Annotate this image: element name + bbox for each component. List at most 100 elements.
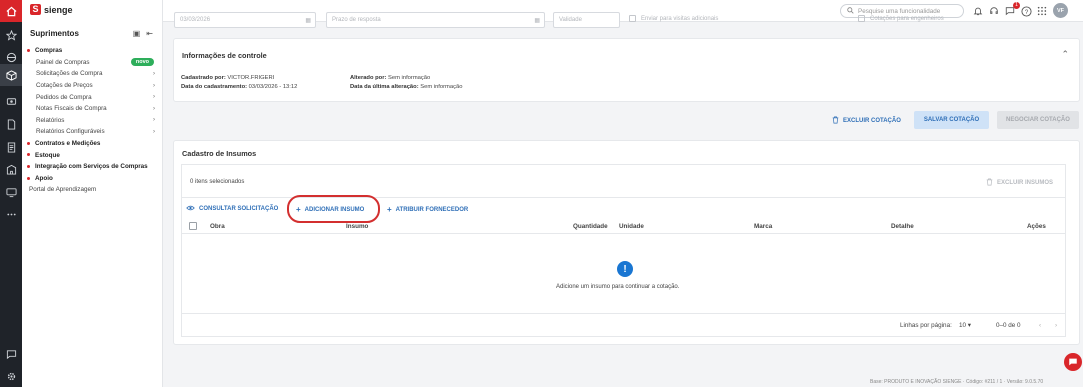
sidebar-item-label: Relatórios [36,116,65,124]
check2-label: Cotações para engenheiros [870,15,944,22]
sidebar-title: Suprimentos [30,29,79,38]
range-label: 0–0 de 0 [996,322,1021,329]
delete-insumos-button[interactable]: EXCLUIR INSUMOS [986,178,1053,188]
settings-icon[interactable] [5,370,17,382]
check1[interactable]: Enviar para visitas adicionais [629,15,718,22]
apps-grid-icon[interactable] [1036,5,1048,17]
plus-icon: + [387,205,392,214]
changed-by: Alterado por: Sem informação [350,75,431,81]
logo-mark: S [30,4,41,15]
sidebar-item[interactable]: Portal de Aprendizagem [22,184,163,196]
check2[interactable]: Cotações para engenheiros [858,15,944,22]
select-all-checkbox[interactable] [189,222,197,230]
sidebar-item[interactable]: Solicitações de Compra › [22,68,163,80]
assign-supplier-label: ATRIBUIR FORNECEDOR [395,206,469,213]
star-icon[interactable] [5,29,17,41]
supplies-icon[interactable] [0,64,22,86]
sidebar-item[interactable]: Integração com Serviços de Compras [22,161,163,173]
sidebar-item[interactable]: Pedidos de Compra › [22,91,163,103]
checkbox[interactable] [629,15,636,22]
eye-icon [186,205,195,213]
notification-count: 1 [1013,2,1020,9]
sidebar-item[interactable]: Estoque [22,149,163,161]
date-value: 03/03/2026 [180,17,211,23]
sidebar-item[interactable]: Compras [22,45,163,57]
engineering-icon[interactable] [5,51,17,63]
table-header: Obra Insumo Quantidade Unidade Marca Det… [181,220,1066,234]
sidebar-item[interactable]: Apoio [22,173,163,185]
calendar-icon[interactable]: ▦ [534,17,540,24]
rows-per-page-select[interactable]: 10 ▾ [959,322,971,329]
negotiate-quote-button[interactable]: NEGOCIAR COTAÇÃO [997,111,1079,129]
delete-quote-label: EXCLUIR COTAÇÃO [843,118,901,124]
sidebar-item[interactable]: Relatórios Configuráveis › [22,126,163,138]
info-icon: ! [617,261,633,277]
contract-icon[interactable] [5,141,17,153]
consult-request-label: CONSULTAR SOLICITAÇÃO [199,206,279,212]
close-sidebar-icon[interactable]: ⇤ [146,29,153,38]
calendar-icon[interactable]: ▦ [305,17,311,24]
sidebar-item[interactable]: Cotações de Preços › [22,80,163,92]
caret-down-icon: ▾ [967,322,971,329]
sienge-logo[interactable]: S sienge [30,4,73,15]
created-date: Data do cadastramento: 03/03/2026 - 13:1… [181,84,298,90]
document-icon[interactable] [5,118,17,130]
selected-count: 0 itens selecionados [190,179,245,185]
search-placeholder: Pesquise uma funcionalidade [858,7,941,15]
bell-icon[interactable] [972,5,984,17]
sidebar-item-label: Compras [35,47,63,55]
chevron-right-icon: › [153,105,155,112]
sidebar-item[interactable]: Painel de Compras novo [22,57,163,69]
response-deadline-field[interactable]: Prazo de resposta ▦ [326,12,545,28]
col-obra: Obra [210,223,225,230]
sidebar-item-label: Notas Fiscais de Compra [36,105,107,113]
chevron-up-icon[interactable]: ⌃ [1061,49,1069,60]
footer-info: Base: PRODUTO E INOVAÇÃO SIENGE · Código… [870,379,1044,385]
col-marca: Marca [754,223,773,230]
home-icon[interactable] [0,0,22,22]
selection-bar [181,164,1066,197]
new-badge: novo [130,58,154,67]
chat-rail-icon[interactable] [5,348,17,360]
sidebar-item-label: Cotações de Preços [36,82,93,90]
search-icon [847,6,854,16]
sidebar-item[interactable]: Relatórios › [22,115,163,127]
rows-per-page-label: Linhas por página: [900,322,952,329]
monitor-icon[interactable] [5,186,17,198]
sidebar-item[interactable]: Notas Fiscais de Compra › [22,103,163,115]
col-unidade: Unidade [619,223,644,230]
trash-icon [986,178,993,188]
sidebar: S sienge Suprimentos ▣ ⇤ Compras Painel d… [22,0,163,387]
checkbox[interactable] [858,15,865,22]
prev-page-icon[interactable]: ‹ [1039,322,1041,329]
chevron-right-icon: › [153,70,155,77]
sidebar-item-label: Contratos e Medições [35,140,101,148]
next-page-icon[interactable]: › [1055,322,1057,329]
headset-icon[interactable] [988,5,1000,17]
collapse-icon[interactable]: ▣ [133,29,141,38]
building-icon[interactable] [5,163,17,175]
chat-icon[interactable] [1064,353,1082,371]
control-info-card: Informações de controle ⌃ Cadastrado por… [174,39,1079,101]
help-icon[interactable]: ? [1020,5,1032,17]
bullet-icon [27,176,30,180]
avatar[interactable]: VF [1053,3,1068,18]
sidebar-item-label: Pedidos de Compra [36,93,92,101]
col-quantidade: Quantidade [573,223,608,230]
validity-field[interactable]: Validade [553,12,620,28]
finance-icon[interactable] [5,95,17,107]
consult-request-button[interactable]: CONSULTAR SOLICITAÇÃO [186,205,278,213]
assign-supplier-button[interactable]: + ATRIBUIR FORNECEDOR [387,205,468,214]
delete-quote-button[interactable]: EXCLUIR COTAÇÃO [832,116,901,126]
date-field[interactable]: 03/03/2026 ▦ [174,12,316,28]
save-quote-button[interactable]: SALVAR COTAÇÃO [914,111,989,129]
more-icon[interactable] [5,208,17,220]
chevron-right-icon: › [153,94,155,101]
col-detalhe: Detalhe [891,223,914,230]
col-acoes: Ações [1027,223,1046,230]
pagination-divider [181,313,1066,314]
response-deadline-placeholder: Prazo de resposta [332,17,381,23]
validity-placeholder: Validade [559,17,582,23]
chevron-right-icon: › [153,82,155,89]
sidebar-item[interactable]: Contratos e Medições [22,138,163,150]
